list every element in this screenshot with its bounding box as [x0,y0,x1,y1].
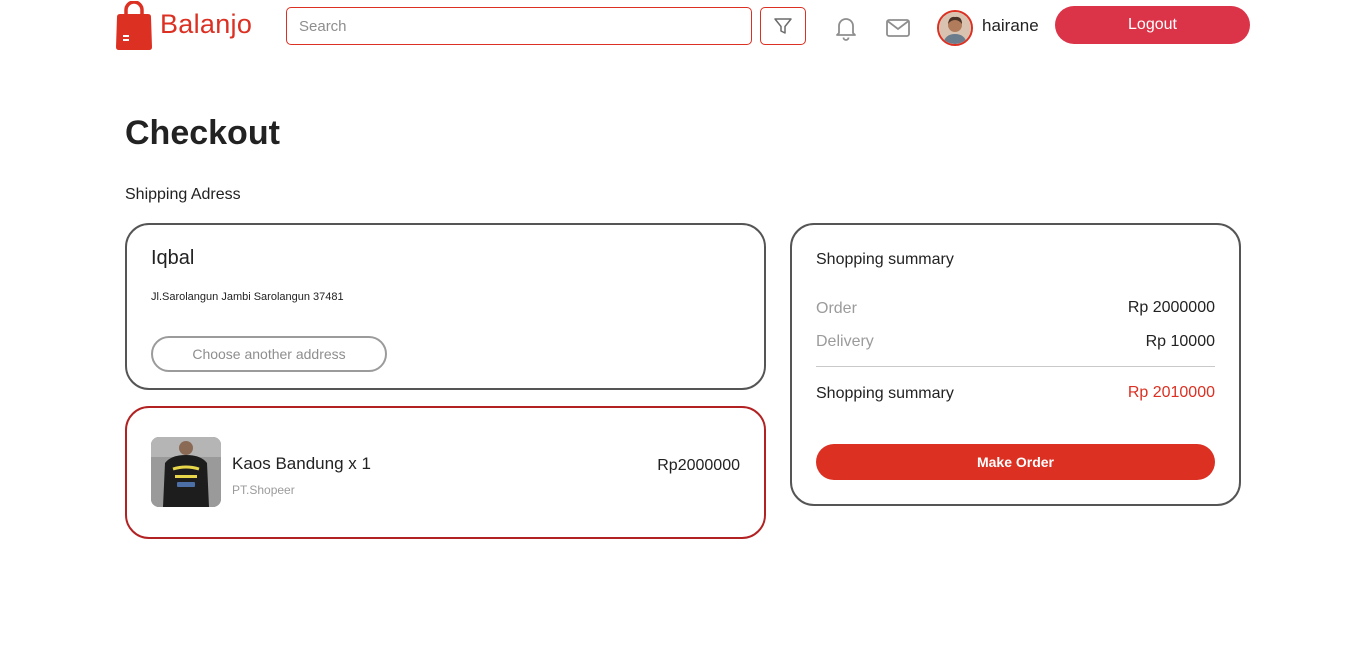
summary-divider [816,366,1215,367]
choose-address-button[interactable]: Choose another address [151,336,387,372]
product-seller: PT.Shopeer [232,483,295,497]
shopping-summary-card: Shopping summary Order Rp 2000000 Delive… [790,223,1241,506]
product-price: Rp2000000 [657,457,740,474]
avatar[interactable] [937,10,973,46]
delivery-label: Delivery [816,333,874,350]
make-order-button[interactable]: Make Order [816,444,1215,480]
filter-icon [774,18,792,34]
product-card: Kaos Bandung x 1 PT.Shopeer Rp2000000 [125,406,766,539]
total-value: Rp 2010000 [1127,384,1215,401]
product-image [151,437,221,507]
shipping-address-label: Shipping Adress [125,186,241,203]
brand-name: Balanjo [160,9,253,39]
search-input[interactable] [286,7,752,45]
order-label: Order [816,300,857,317]
user-photo [939,12,971,44]
mail-icon[interactable] [885,17,911,39]
total-label: Shopping summary [816,385,954,402]
bell-icon[interactable] [833,15,859,41]
logout-button[interactable]: Logout [1055,6,1250,44]
product-name: Kaos Bandung x 1 [232,454,371,473]
tshirt-photo [151,437,221,507]
address-line: Jl.Sarolangun Jambi Sarolangun 37481 [151,291,344,303]
address-card: Iqbal Jl.Sarolangun Jambi Sarolangun 374… [125,223,766,390]
shopping-bag-icon [116,1,152,50]
summary-title: Shopping summary [816,251,954,268]
page-title: Checkout [125,114,280,152]
delivery-value: Rp 10000 [1145,333,1215,350]
filter-button[interactable] [760,7,806,45]
brand-logo[interactable]: Balanjo [115,1,252,51]
order-value: Rp 2000000 [1127,299,1215,316]
username[interactable]: hairane [982,16,1039,36]
recipient-name: Iqbal [151,247,195,269]
